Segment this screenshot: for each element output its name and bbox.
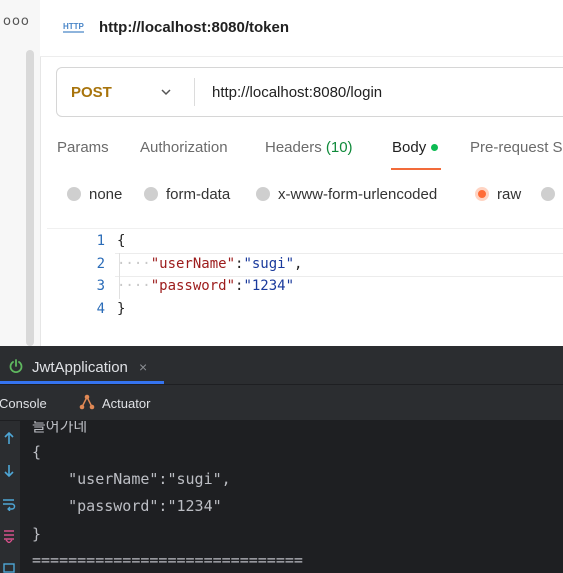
http-icon-label: HTTP [63, 22, 85, 31]
run-tab-label: JwtApplication [32, 359, 128, 376]
code-line: ····"password":"1234" [117, 278, 294, 294]
json-key: "userName" [150, 256, 236, 272]
headers-count-badge: (10) [325, 139, 353, 156]
tab-params[interactable]: Params [57, 139, 109, 156]
url-bar: POST http://localhost:8080/login [56, 67, 563, 117]
tab-pre-request-script[interactable]: Pre-request S [470, 139, 563, 156]
console-line: ============================== [32, 551, 303, 569]
tool-tab-bar: Console Actuator [0, 385, 563, 421]
console-line: 들어가네 [32, 421, 88, 435]
http-request-icon: HTTP [63, 22, 85, 33]
body-type-label: none [89, 185, 123, 203]
url-input[interactable]: http://localhost:8080/login [212, 84, 382, 101]
method-select[interactable]: POST [71, 84, 112, 101]
radio-icon[interactable] [256, 187, 270, 201]
tab-actuator[interactable]: Actuator [102, 396, 150, 411]
ide-run-window: JwtApplication × Console Actuator 들어가네 {… [0, 346, 563, 573]
print-icon[interactable] [2, 561, 16, 573]
code-line: } [117, 301, 126, 317]
request-title[interactable]: http://localhost:8080/token [99, 19, 289, 36]
arrow-down-icon[interactable] [2, 464, 16, 478]
console-line: "password":"1234" [32, 497, 222, 515]
console-output[interactable]: 들어가네 { "userName":"sugi", "password":"12… [0, 421, 563, 573]
code-line: ····"userName":"sugi", [117, 256, 302, 272]
body-type-next[interactable] [541, 186, 563, 202]
radio-icon[interactable] [67, 187, 81, 201]
request-body-editor[interactable]: 1 2 3 4 { ····"userName":"sugi", ····"pa… [47, 228, 563, 347]
whitespace-marker: ···· [117, 278, 151, 294]
selected-tab-indicator [0, 381, 164, 384]
code-line: { [117, 233, 126, 249]
active-tab-indicator [391, 168, 441, 170]
more-options-icon[interactable]: ooo [3, 14, 30, 29]
url-divider [194, 78, 195, 106]
actuator-icon [79, 394, 95, 410]
body-type-form-data[interactable]: form-data [144, 185, 231, 203]
tab-console[interactable]: Console [0, 396, 47, 411]
tab-body[interactable]: Body [392, 139, 439, 156]
body-type-label: raw [497, 185, 522, 203]
line-number: 1 [96, 233, 105, 249]
tab-authorization[interactable]: Authorization [140, 139, 228, 156]
body-type-label: form-data [166, 185, 231, 203]
tab-body-label: Body [392, 139, 427, 156]
close-icon[interactable]: × [139, 359, 147, 375]
console-line: } [32, 525, 42, 543]
run-tab-bar: JwtApplication × [0, 346, 563, 385]
console-line: { [32, 443, 42, 461]
json-key: "password" [150, 278, 236, 294]
body-type-none[interactable]: none [67, 185, 123, 203]
request-header: HTTP http://localhost:8080/token [40, 0, 563, 57]
soft-wrap-icon[interactable] [2, 497, 16, 511]
json-value: "1234" [243, 278, 295, 294]
sidebar-scrollbar[interactable] [26, 50, 34, 346]
json-value: "sugi" [243, 256, 295, 272]
json-comma: , [294, 256, 303, 272]
tab-headers-label: Headers [265, 139, 322, 156]
left-sidebar-rail: ooo [0, 0, 41, 346]
radio-icon[interactable] [541, 187, 555, 201]
console-toolbar [0, 421, 20, 573]
run-tab-jwtapplication[interactable]: JwtApplication × [0, 346, 164, 384]
radio-selected-icon[interactable] [475, 187, 489, 201]
line-number: 2 [96, 256, 105, 272]
line-number: 3 [96, 278, 105, 294]
radio-icon[interactable] [144, 187, 158, 201]
scroll-to-end-icon[interactable] [2, 529, 16, 543]
tab-headers[interactable]: Headers (10) [265, 139, 353, 156]
chevron-down-icon[interactable] [160, 86, 172, 98]
power-run-icon [9, 359, 23, 373]
body-type-raw[interactable]: raw [475, 185, 522, 203]
arrow-up-icon[interactable] [2, 431, 16, 445]
console-line: "userName":"sugi", [32, 470, 231, 488]
line-number: 4 [96, 301, 105, 317]
body-type-urlencoded[interactable]: x-www-form-urlencoded [256, 185, 438, 203]
whitespace-marker: ···· [117, 256, 151, 272]
body-modified-dot-icon [431, 143, 439, 151]
body-type-label: x-www-form-urlencoded [278, 185, 438, 203]
